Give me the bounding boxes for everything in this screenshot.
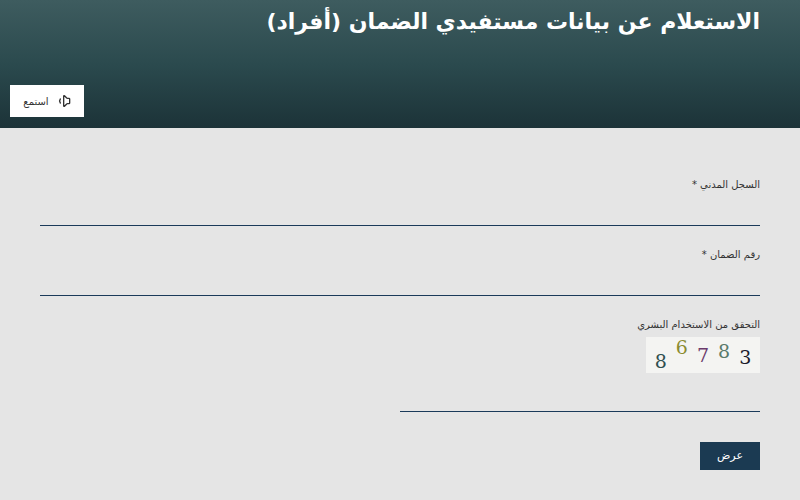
form-field: السجل المدني * bbox=[40, 178, 760, 226]
captcha-char: 6 bbox=[676, 337, 688, 357]
speaker-icon bbox=[55, 93, 71, 109]
captcha-char: 3 bbox=[739, 347, 751, 367]
field-input[interactable] bbox=[40, 192, 760, 226]
field-label: السجل المدني * bbox=[40, 178, 760, 192]
captcha-input[interactable] bbox=[400, 377, 760, 412]
page-title: الاستعلام عن بيانات مستفيدي الضمان (أفرا… bbox=[10, 8, 790, 37]
listen-button[interactable]: استمع bbox=[10, 85, 84, 117]
captcha-image: 86783 bbox=[646, 337, 760, 373]
captcha-field: التحقق من الاستخدام البشري86783 bbox=[40, 318, 760, 412]
app: الاستعلام عن بيانات مستفيدي الضمان (أفرا… bbox=[0, 0, 800, 500]
field-label: رقم الضمان * bbox=[40, 248, 760, 262]
submit-button[interactable]: عرض bbox=[700, 442, 760, 470]
captcha-char: 8 bbox=[655, 351, 667, 371]
page-header: الاستعلام عن بيانات مستفيدي الضمان (أفرا… bbox=[0, 0, 800, 128]
captcha-label: التحقق من الاستخدام البشري bbox=[40, 318, 760, 332]
captcha-char: 8 bbox=[718, 341, 730, 361]
form: السجل المدني * رقم الضمان * التحقق من الاس… bbox=[0, 128, 800, 470]
form-field: رقم الضمان * bbox=[40, 248, 760, 296]
captcha-char: 7 bbox=[697, 345, 709, 365]
field-input[interactable] bbox=[40, 262, 760, 296]
